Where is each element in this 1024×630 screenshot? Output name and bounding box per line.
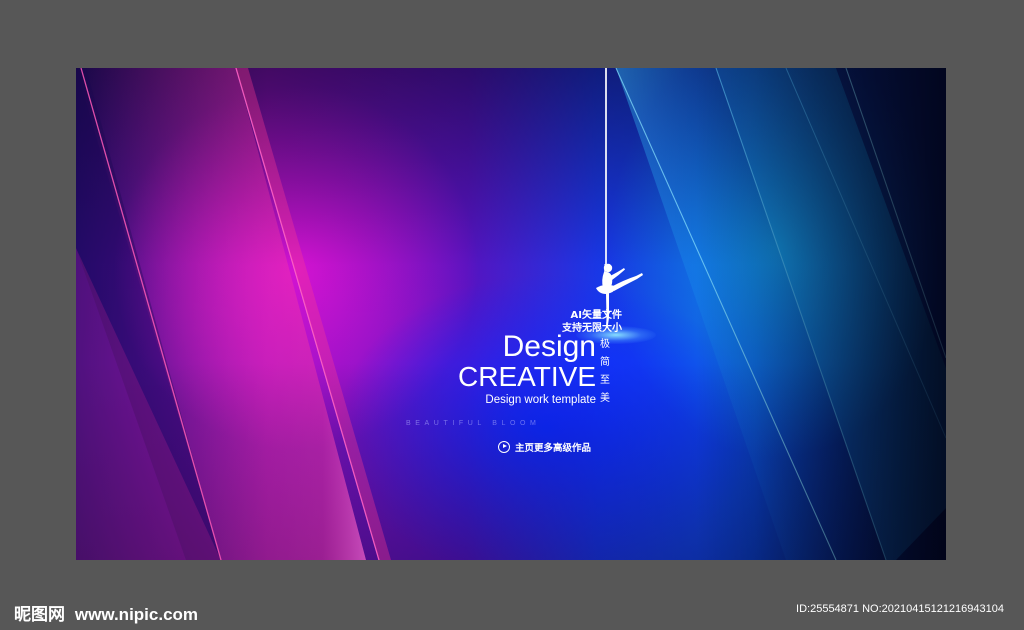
vertical-char: 美 (600, 393, 610, 404)
more-works-label: 主页更多高级作品 (515, 443, 592, 454)
more-works-link[interactable]: 主页更多高级作品 (498, 440, 591, 454)
rope-line (605, 68, 607, 264)
vertical-slogan: 极 简 至 美 (598, 336, 612, 408)
beautiful-bloom-text: BEAUTIFUL BLOOM (406, 420, 541, 427)
poster-artwork: AI矢量文件 支持无限大小 Design CREATIVE Design wor… (76, 68, 946, 560)
design-heading: Design (502, 330, 596, 363)
creative-heading: CREATIVE (458, 361, 596, 392)
diagonal-beams (76, 68, 946, 560)
site-logo[interactable]: 昵图网 www.nipic.com (14, 600, 198, 625)
site-logo-text: 昵图网 (14, 605, 65, 625)
play-circle-icon (498, 441, 510, 453)
vertical-char: 简 (600, 357, 610, 368)
vertical-char: 至 (600, 375, 610, 386)
site-url: www.nipic.com (74, 605, 199, 624)
right-shade (696, 68, 946, 560)
subtitle: Design work template (485, 394, 596, 406)
vertical-char: 极 (600, 339, 610, 350)
image-id-label: ID:25554871 NO:20210415121216943104 (796, 603, 1004, 615)
